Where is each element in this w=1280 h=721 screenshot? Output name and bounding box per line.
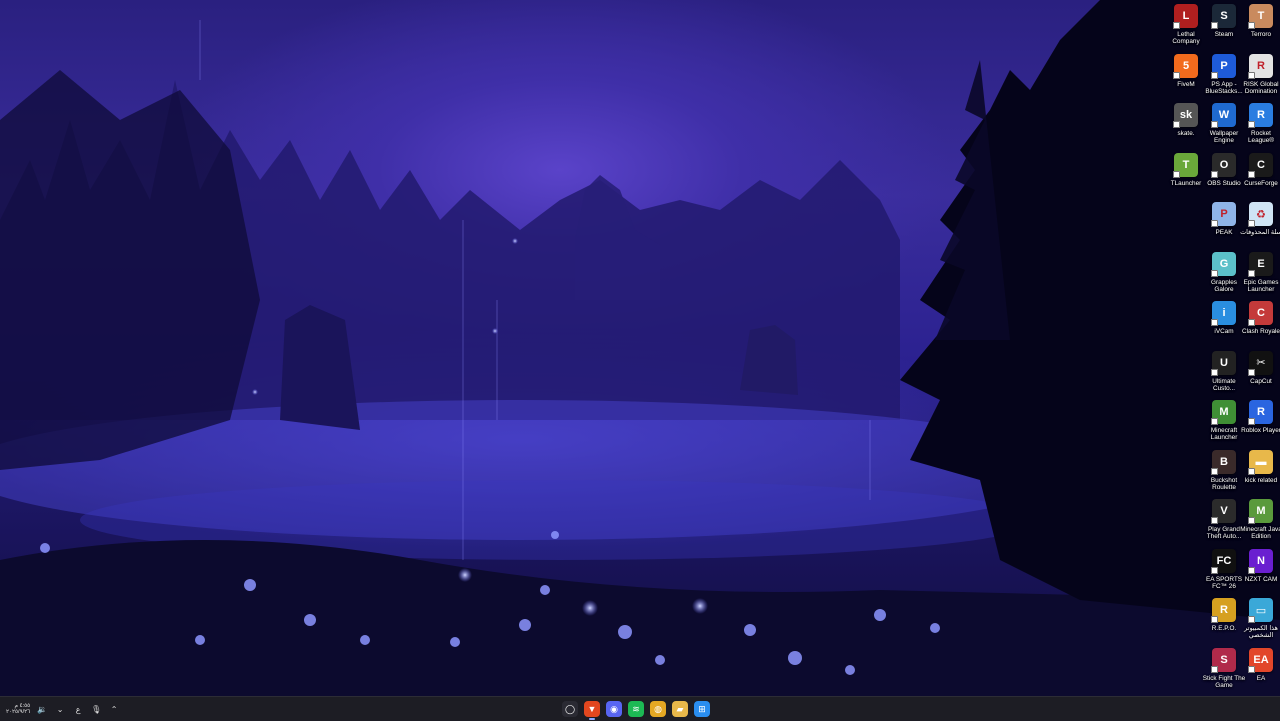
desktop-shortcut[interactable]: FC EA SPORTS FC™ 26 — [1204, 548, 1244, 591]
desktop-shortcut-label: RISK Global Domination — [1243, 80, 1279, 95]
desktop-shortcut[interactable]: W Wallpaper Engine — [1204, 103, 1244, 145]
steam-icon: S — [1211, 4, 1236, 29]
desktop-shortcut-label: NZXT CAM — [1244, 575, 1278, 583]
roblox-icon: R — [1248, 400, 1273, 425]
ea-icon: EA — [1248, 647, 1273, 673]
rocket-league-icon: R — [1248, 103, 1273, 128]
ivcam-icon: i — [1211, 301, 1236, 326]
brave-icon[interactable]: ▼ — [584, 701, 600, 720]
discord-icon[interactable]: ◉ — [606, 701, 622, 717]
desktop-shortcut-label: CurseForge — [1244, 179, 1278, 187]
buckshot-roulette-icon: B — [1211, 449, 1236, 475]
capcut-icon: ✂ — [1248, 350, 1273, 376]
desktop-shortcut-label: Rocket League® — [1247, 130, 1275, 145]
desktop-shortcut[interactable]: C Clash Royale — [1241, 301, 1280, 335]
desktop-shortcut[interactable]: EA EA — [1241, 647, 1280, 682]
desktop-shortcut[interactable]: N NZXT CAM — [1241, 548, 1280, 583]
this-pc-icon: ▭ — [1248, 598, 1273, 623]
desktop-shortcut-label: Minecraft Java Edition — [1240, 526, 1280, 541]
desktop-shortcut[interactable]: M Minecraft Java Edition — [1240, 499, 1280, 541]
desktop-shortcut[interactable]: M Minecraft Launcher — [1204, 400, 1244, 442]
desktop-shortcut[interactable]: T TLauncher — [1166, 152, 1206, 187]
desktop-shortcut[interactable]: U Ultimate Custo... — [1204, 350, 1244, 393]
desktop-shortcut[interactable]: L Lethal Company — [1166, 4, 1206, 46]
desktop-shortcut-label: سلة المحذوفات — [1240, 229, 1280, 236]
ea-sports-fc-icon: FC — [1211, 548, 1236, 574]
chevron-up-icon[interactable]: ⌃ — [108, 705, 120, 714]
desktop-shortcut[interactable]: ✂ CapCut — [1241, 350, 1280, 385]
desktop-shortcut[interactable]: C CurseForge — [1241, 152, 1280, 187]
file-explorer-icon[interactable]: ▰ — [672, 701, 688, 717]
desktop-shortcut[interactable]: P PS App - BlueStacks... — [1204, 53, 1244, 96]
microphone-icon[interactable]: 🎙 — [90, 705, 102, 714]
clock-date: ٢٠٢٥/٩/٢٦ — [6, 709, 31, 715]
clash-royale-icon: C — [1248, 301, 1273, 326]
fivem-icon: 5 — [1173, 53, 1198, 79]
language-indicator[interactable]: ع — [72, 705, 84, 714]
ultimate-custom-night-icon: U — [1211, 350, 1236, 376]
desktop-shortcut[interactable]: ▬ kick related — [1241, 449, 1280, 484]
desktop-shortcut-label: kick related — [1244, 476, 1278, 484]
desktop-shortcut[interactable]: G Grapples Galore — [1204, 251, 1244, 294]
repo-icon: R — [1211, 598, 1236, 623]
epic-games-icon: E — [1248, 251, 1273, 277]
taskbar: ٤:٥٥ م ٢٠٢٥/٩/٢٦ 🔉 ⌄ ع 🎙 ⌃ ◯ ▼ ◉ ≋ ◍ ▰ ⊞ — [0, 696, 1280, 721]
taskbar-clock[interactable]: ٤:٥٥ م ٢٠٢٥/٩/٢٦ — [6, 703, 30, 716]
grapples-galore-icon: G — [1211, 251, 1236, 277]
desktop-shortcut[interactable]: sk skate. — [1166, 103, 1206, 137]
recycle-bin-icon: ♻ — [1248, 202, 1273, 227]
peak-icon: P — [1211, 202, 1236, 227]
desktop-shortcut-label: هذا الكمبيوتر الشخصي — [1244, 625, 1278, 640]
stick-fight-icon: S — [1211, 647, 1236, 673]
desktop-shortcut-label: Clash Royale — [1241, 328, 1280, 335]
wallpaper-scene — [0, 0, 1280, 696]
obs-icon: O — [1211, 152, 1236, 178]
chrome-icon[interactable]: ◍ — [650, 701, 666, 717]
desktop-shortcut[interactable]: ♻ سلة المحذوفات — [1240, 202, 1280, 236]
desktop-shortcut[interactable]: 5 FiveM — [1166, 53, 1206, 88]
desktop-shortcut[interactable]: R R.E.P.O. — [1204, 598, 1244, 632]
desktop-shortcut[interactable]: S Stick Fight The Game — [1203, 647, 1245, 690]
tlauncher-icon: T — [1173, 152, 1198, 178]
cortana-icon[interactable]: ◯ — [562, 701, 578, 717]
chevron-down-icon[interactable]: ⌄ — [54, 705, 66, 714]
desktop-shortcut-label: Epic Games Launcher — [1243, 278, 1279, 293]
desktop-shortcut[interactable]: V Play Grand Theft Auto... — [1204, 499, 1244, 541]
taskbar-apps: ◯ ▼ ◉ ≋ ◍ ▰ ⊞ — [562, 697, 710, 721]
desktop-shortcut[interactable]: T Terroro — [1241, 4, 1280, 38]
gta-icon: V — [1211, 499, 1236, 524]
desktop-shortcut-label: CapCut — [1250, 377, 1272, 385]
lethal-company-icon: L — [1173, 4, 1198, 29]
desktop-shortcut[interactable]: R RISK Global Domination — [1241, 53, 1280, 96]
nzxt-cam-icon: N — [1248, 548, 1273, 574]
risk-icon: R — [1248, 53, 1273, 79]
desktop-shortcut-label: EA — [1256, 674, 1266, 682]
volume-icon[interactable]: 🔉 — [36, 705, 48, 714]
curseforge-icon: C — [1248, 152, 1273, 178]
terroro-icon: T — [1248, 4, 1273, 29]
desktop-shortcut[interactable]: i iVCam — [1204, 301, 1244, 335]
minecraft-launcher-icon: M — [1211, 400, 1236, 425]
ps-app-icon: P — [1211, 53, 1236, 79]
desktop-shortcut[interactable]: ▭ هذا الكمبيوتر الشخصي — [1241, 598, 1280, 640]
skate-icon: sk — [1173, 103, 1198, 128]
desktop-shortcut[interactable]: P PEAK — [1204, 202, 1244, 236]
wallpaper-engine-icon: W — [1211, 103, 1236, 128]
desktop-shortcut-label: Terroro — [1250, 31, 1272, 38]
desktop-shortcut-label: Roblox Player — [1241, 427, 1280, 434]
folder-icon: ▬ — [1248, 449, 1273, 475]
desktop-shortcut[interactable]: S Steam — [1204, 4, 1244, 38]
desktop-shortcut[interactable]: R Roblox Player — [1241, 400, 1280, 434]
desktop-shortcut[interactable]: O OBS Studio — [1204, 152, 1244, 187]
desktop-shortcut[interactable]: R Rocket League® — [1241, 103, 1280, 145]
desktop-shortcut[interactable]: B Buckshot Roulette — [1204, 449, 1244, 492]
desktop-wallpaper — [0, 0, 1280, 696]
system-tray: ٤:٥٥ م ٢٠٢٥/٩/٢٦ 🔉 ⌄ ع 🎙 ⌃ — [6, 697, 120, 721]
windows-start-icon[interactable]: ⊞ — [694, 701, 710, 717]
minecraft-java-icon: M — [1248, 499, 1273, 524]
desktop-shortcut[interactable]: E Epic Games Launcher — [1241, 251, 1280, 294]
spotify-icon[interactable]: ≋ — [628, 701, 644, 717]
